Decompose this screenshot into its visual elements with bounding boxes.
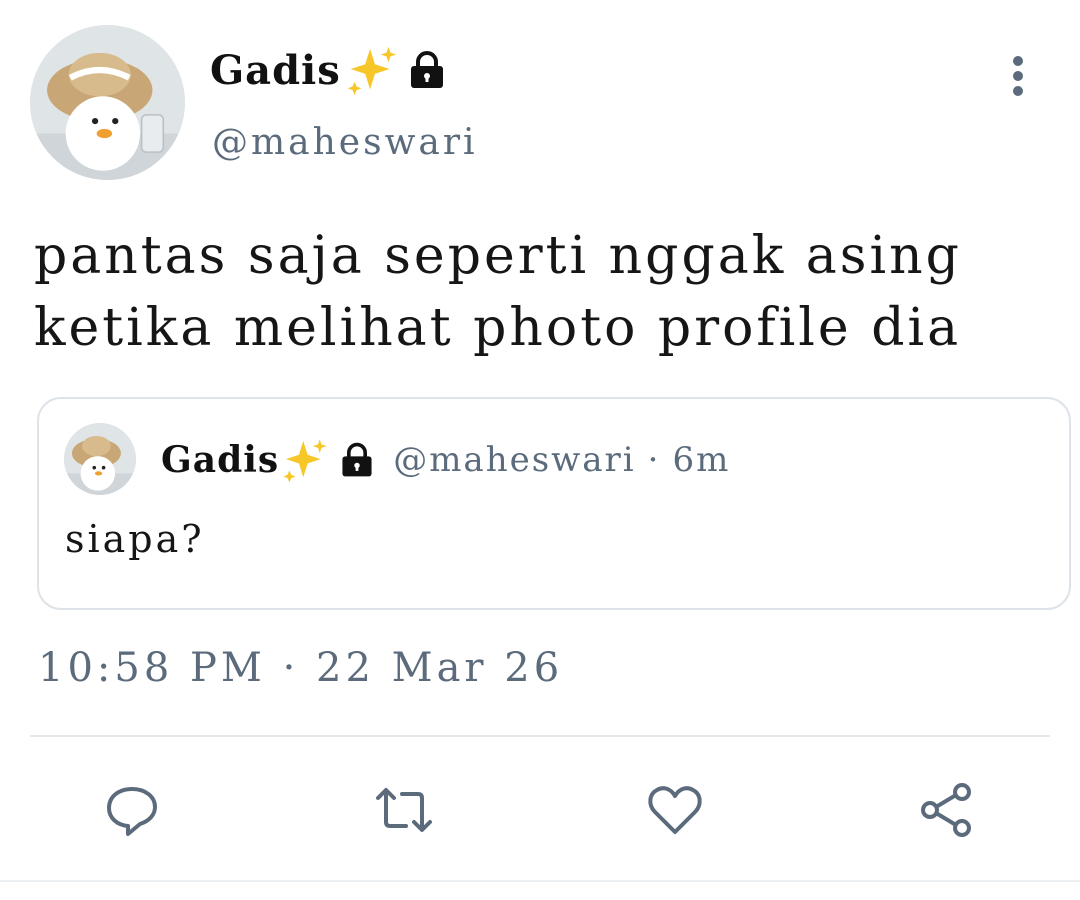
quoted-display-name: Gadis — [161, 439, 280, 481]
quoted-tweet-header: Gadis @maheswari · 6m — [161, 431, 730, 489]
more-options-button[interactable] — [996, 52, 1040, 100]
quoted-avatar-image — [64, 423, 136, 495]
author-username[interactable]: @maheswari — [212, 122, 478, 163]
divider — [30, 735, 1050, 737]
bottom-divider — [0, 880, 1080, 882]
like-button[interactable] — [643, 778, 707, 842]
like-icon — [648, 786, 702, 834]
tweet-timestamp[interactable]: 10:58 PM · 22 Mar 26 — [38, 645, 563, 691]
quoted-author-avatar — [64, 423, 136, 495]
quoted-time-ago: 6m — [672, 440, 731, 480]
avatar-image — [30, 25, 185, 180]
reply-icon — [107, 787, 157, 836]
author-avatar[interactable] — [30, 25, 185, 180]
quoted-username: @maheswari — [393, 440, 636, 480]
author-display-name[interactable]: Gadis — [210, 47, 341, 94]
tweet-detail: Gadis @maheswari pantas saja seperti ngg… — [0, 0, 1080, 900]
quoted-tweet-card[interactable]: Gadis @maheswari · 6m siapa? — [37, 397, 1071, 610]
sparkles-icon — [283, 439, 327, 483]
retweet-button[interactable] — [372, 778, 436, 842]
quoted-tweet-text: siapa? — [65, 517, 205, 561]
reply-button[interactable] — [100, 778, 164, 842]
tweet-text: pantas saja seperti nggak asing ketika m… — [34, 226, 962, 358]
share-icon — [921, 783, 971, 837]
share-button[interactable] — [914, 778, 978, 842]
lock-icon — [410, 51, 443, 88]
dot-separator: · — [647, 440, 661, 480]
retweet-icon — [376, 788, 432, 832]
sparkles-icon — [347, 46, 396, 96]
more-vertical-icon — [1013, 56, 1023, 96]
author-name-row: Gadis — [210, 40, 449, 100]
lock-icon — [342, 442, 372, 477]
